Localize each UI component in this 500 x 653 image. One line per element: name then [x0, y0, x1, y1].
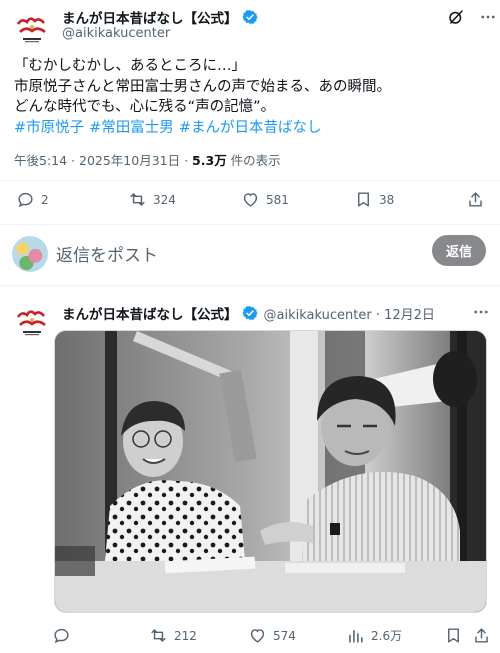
- reply-icon: [54, 628, 69, 644]
- post-text-line: どんな時代でも、心に残る“声の記憶”。: [14, 99, 276, 116]
- repost-icon: [130, 193, 145, 206]
- views-count: 5.3万: [192, 153, 227, 168]
- author-handle[interactable]: @aikikakucenter: [62, 26, 170, 41]
- quoted-handle-date[interactable]: @aikikakucenter · 12月2日: [264, 304, 435, 323]
- author-avatar[interactable]: [12, 10, 52, 50]
- quoted-post-action-bar: 212 574 2.6万: [0, 626, 500, 650]
- verified-badge-icon: [241, 10, 258, 24]
- bookmark-icon: [448, 628, 459, 643]
- heart-icon: [243, 193, 258, 207]
- show-logo-icon: [12, 303, 52, 343]
- share-button[interactable]: [466, 190, 485, 209]
- post-text-line: 「むかしむかし、あるところに…」: [14, 58, 246, 74]
- reply-submit-button[interactable]: 返信: [432, 235, 486, 266]
- grok-icon[interactable]: [447, 8, 465, 26]
- hashtag-link[interactable]: #まんが日本昔ばなし: [179, 120, 322, 136]
- share-button[interactable]: [472, 626, 491, 645]
- views-button[interactable]: 2.6万: [346, 626, 402, 645]
- share-icon: [469, 192, 482, 207]
- repost-count: 212: [174, 628, 197, 643]
- reply-input[interactable]: 返信をポスト: [56, 241, 158, 266]
- repost-button[interactable]: 212: [149, 626, 197, 645]
- hashtag-link[interactable]: #市原悦子: [14, 120, 84, 136]
- views-label: 件の表示: [226, 153, 281, 168]
- divider: [0, 285, 500, 293]
- post-meta: 午後5:14 · 2025年10月31日 · 5.3万 件の表示: [14, 150, 281, 169]
- bookmark-button[interactable]: [444, 626, 463, 645]
- post-photo[interactable]: [54, 330, 487, 613]
- heart-icon: [250, 629, 265, 643]
- repost-icon: [151, 629, 166, 642]
- hashtag-list: #市原悦子 #常田富士男 #まんが日本昔ばなし: [14, 118, 484, 139]
- bookmark-icon: [358, 192, 369, 207]
- like-count: 581: [266, 192, 289, 207]
- author-name[interactable]: まんが日本昔ばなし【公式】: [62, 7, 238, 27]
- share-icon: [475, 628, 488, 643]
- quoted-author-name[interactable]: まんが日本昔ばなし【公式】: [62, 303, 238, 323]
- current-user-avatar[interactable]: [12, 236, 48, 272]
- bookmark-button[interactable]: 38: [354, 190, 394, 209]
- quoted-post-header: まんが日本昔ばなし【公式】 @aikikakucenter · 12月2日: [62, 303, 435, 323]
- more-options-icon[interactable]: [479, 8, 497, 26]
- like-button[interactable]: 581: [241, 190, 289, 209]
- hashtag-link[interactable]: #常田富士男: [89, 120, 174, 136]
- views-count: 2.6万: [371, 629, 403, 643]
- like-button[interactable]: 574: [248, 626, 296, 645]
- bookmark-count: 38: [379, 192, 395, 207]
- repost-button[interactable]: 324: [128, 190, 176, 209]
- reply-count: 2: [41, 192, 49, 207]
- more-options-icon[interactable]: [472, 303, 490, 321]
- recording-studio-photo: [55, 331, 486, 612]
- analytics-icon: [349, 629, 363, 643]
- divider: [0, 180, 500, 181]
- like-count: 574: [273, 628, 296, 643]
- post-text-line: 市原悦子さんと常田富士男さんの声で始まる、あの瞬間。: [14, 78, 391, 95]
- post-timestamp[interactable]: 午後5:14 · 2025年10月31日 ·: [14, 153, 192, 168]
- verified-badge-icon: [241, 306, 258, 320]
- post-action-bar: 2 324 581 38: [0, 190, 500, 214]
- show-logo-icon: [12, 10, 52, 50]
- reply-button[interactable]: [52, 626, 71, 645]
- reply-icon: [18, 192, 33, 208]
- reply-button[interactable]: 2: [16, 190, 49, 209]
- reply-composer: 返信をポスト 返信: [0, 225, 500, 285]
- quoted-author-avatar[interactable]: [12, 303, 52, 343]
- repost-count: 324: [153, 192, 176, 207]
- post-text: 「むかしむかし、あるところに…」 市原悦子さんと常田富士男さんの声で始まる、あの…: [14, 56, 484, 138]
